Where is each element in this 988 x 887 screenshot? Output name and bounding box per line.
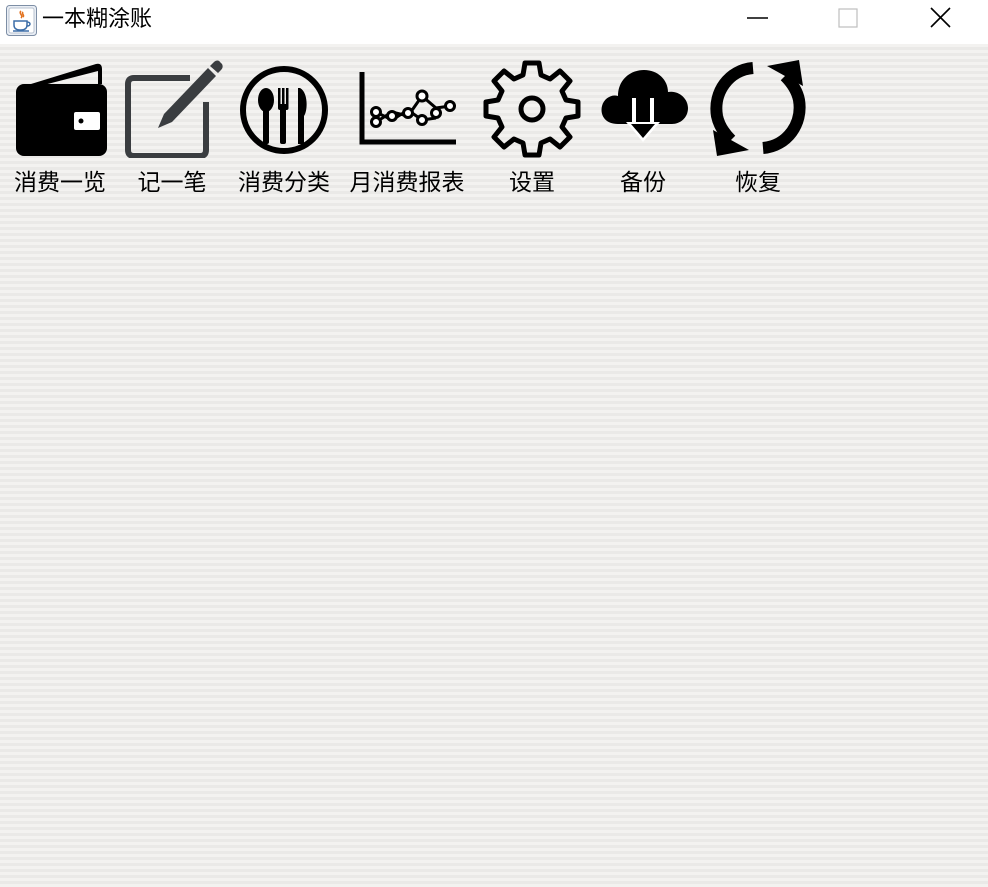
toolbar-item-label: 设置 (509, 170, 555, 196)
toolbar-item-settings[interactable]: 设置 (480, 58, 584, 208)
main-panel: 消费一览 记一笔 消费分类 月消费报表 设置 备份 恢复 (0, 44, 988, 887)
title-bar[interactable]: 一本糊涂账 (0, 0, 988, 44)
toolbar-item-label: 备份 (620, 170, 666, 196)
maximize-icon (838, 8, 858, 28)
toolbar-item-backup[interactable]: 备份 (594, 58, 692, 208)
toolbar-item-label: 月消费报表 (349, 170, 465, 196)
wallet-icon (12, 58, 110, 158)
close-button[interactable] (910, 0, 970, 36)
toolbar-item-categories[interactable]: 消费分类 (234, 58, 334, 208)
toolbar-item-label: 消费分类 (238, 170, 330, 196)
toolbar-item-restore[interactable]: 恢复 (706, 58, 810, 208)
toolbar-item-add-record[interactable]: 记一笔 (120, 58, 224, 208)
utensils-icon (238, 58, 330, 158)
minimize-button[interactable] (728, 0, 788, 36)
toolbar-item-label: 消费一览 (14, 170, 106, 196)
toolbar-item-label: 恢复 (735, 170, 781, 196)
toolbar-item-monthly-report[interactable]: 月消费报表 (344, 58, 470, 208)
close-icon (930, 7, 951, 28)
gear-icon (483, 58, 581, 158)
toolbar-item-label: 记一笔 (137, 170, 207, 196)
window-title: 一本糊涂账 (42, 7, 153, 32)
maximize-button[interactable] (818, 0, 878, 36)
cloud-download-icon (598, 58, 690, 158)
edit-icon (122, 58, 224, 159)
java-app-icon (6, 5, 37, 36)
refresh-icon (709, 58, 807, 158)
line-chart-icon (358, 58, 458, 158)
toolbar-item-overview[interactable]: 消费一览 (8, 58, 112, 208)
